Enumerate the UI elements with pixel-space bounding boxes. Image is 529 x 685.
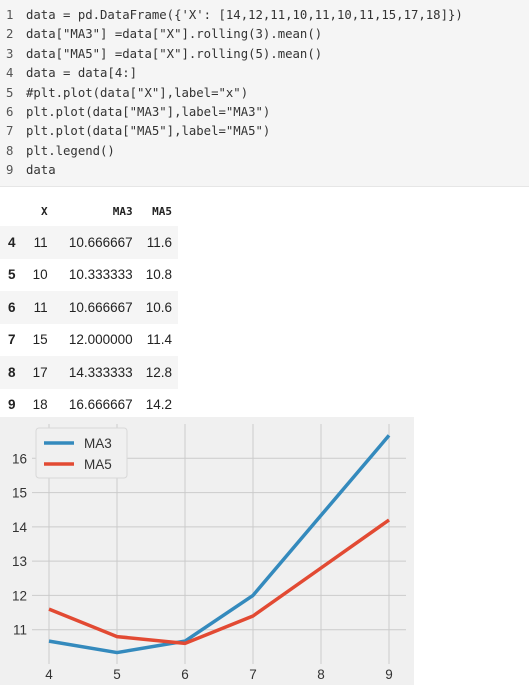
line-number: 8 bbox=[6, 143, 14, 158]
legend-box bbox=[35, 427, 128, 479]
row-index: 5 bbox=[8, 267, 16, 283]
line-number: 5 bbox=[6, 85, 14, 100]
cell-ma3: 10.333333 bbox=[68, 267, 133, 283]
table-row: 7 15 12.000000 11.4 bbox=[0, 324, 178, 357]
line-number: 9 bbox=[6, 163, 14, 178]
line-number: 7 bbox=[6, 124, 14, 139]
cell-x: 15 bbox=[32, 332, 48, 348]
x-tick-label: 5 bbox=[113, 667, 121, 682]
column-header-ma5: MA5 bbox=[152, 204, 172, 218]
column-header-x: X bbox=[40, 204, 48, 218]
line-chart: 4 5 6 7 8 9 11 12 13 14 15 16 MA3 MA5 bbox=[0, 417, 414, 685]
y-tick-label: 14 bbox=[12, 520, 28, 535]
code-text: data bbox=[26, 163, 56, 178]
table-row: 8 17 14.333333 12.8 bbox=[0, 356, 178, 389]
code-line: 5 #plt.plot(data["X"],label="x") bbox=[6, 84, 529, 103]
line-number: 2 bbox=[6, 27, 14, 42]
line-number: 3 bbox=[6, 46, 14, 61]
cell-ma3: 14.333333 bbox=[68, 364, 133, 380]
cell-x: 17 bbox=[32, 364, 48, 380]
cell-x: 11 bbox=[33, 234, 48, 250]
code-line: 9 data bbox=[6, 161, 529, 180]
cell-ma5: 12.8 bbox=[145, 364, 172, 380]
table-header-row: X MA3 MA5 bbox=[0, 196, 178, 226]
line-number: 1 bbox=[6, 8, 14, 22]
code-line: 3 data["MA5"] =data["X"].rolling(5).mean(… bbox=[6, 45, 529, 64]
column-header-ma3: MA3 bbox=[112, 204, 133, 218]
row-index: 7 bbox=[8, 332, 16, 348]
x-tick-label: 6 bbox=[181, 667, 189, 682]
cell-ma5: 11.6 bbox=[146, 234, 172, 250]
cell-ma3: 10.666667 bbox=[68, 234, 133, 250]
x-tick-label: 7 bbox=[249, 667, 257, 682]
x-tick-label: 4 bbox=[45, 667, 53, 682]
cell-ma5: 11.4 bbox=[146, 332, 172, 348]
index-header bbox=[0, 196, 28, 226]
code-line: 1 data = pd.DataFrame({'X': [14,12,11,10,… bbox=[6, 6, 529, 25]
cell-ma3: 12.000000 bbox=[68, 332, 133, 348]
table-row: 6 11 10.666667 10.6 bbox=[0, 291, 178, 324]
legend-label-ma5: MA5 bbox=[84, 457, 112, 472]
code-text: data["MA3"] =data["X"].rolling(3).mean() bbox=[26, 27, 323, 42]
cell-x: 11 bbox=[33, 299, 48, 315]
line-number: 6 bbox=[6, 104, 14, 119]
x-tick-label: 9 bbox=[385, 667, 393, 682]
table-row: 5 10 10.333333 10.8 bbox=[0, 259, 178, 292]
code-line: 4 data = data[4:] bbox=[6, 64, 529, 83]
dataframe-table: X MA3 MA5 4 11 10.666667 11.6 5 10 10.333333 10… bbox=[0, 196, 178, 421]
code-line: 8 plt.legend() bbox=[6, 142, 529, 161]
y-tick-label: 11 bbox=[13, 623, 27, 638]
code-text: data["MA5"] =data["X"].rolling(5).mean() bbox=[26, 46, 323, 61]
code-text: data = data[4:] bbox=[26, 66, 138, 81]
code-text: plt.legend() bbox=[26, 143, 115, 158]
row-index: 4 bbox=[8, 234, 16, 250]
code-line: 7 plt.plot(data["MA5"],label="MA5") bbox=[6, 122, 529, 141]
code-line: 2 data["MA3"] =data["X"].rolling(3).mean(… bbox=[6, 25, 529, 44]
cell-x: 10 bbox=[32, 267, 48, 283]
table-row: 4 11 10.666667 11.6 bbox=[0, 226, 178, 259]
y-tick-label: 13 bbox=[12, 554, 27, 569]
y-tick-label: 12 bbox=[12, 588, 27, 603]
row-index: 6 bbox=[8, 299, 16, 315]
x-tick-label: 8 bbox=[317, 667, 325, 682]
code-line: 6 plt.plot(data["MA3"],label="MA3") bbox=[6, 103, 529, 122]
code-text: plt.plot(data["MA3"],label="MA3") bbox=[26, 104, 271, 119]
legend-label-ma3: MA3 bbox=[84, 436, 112, 451]
y-tick-label: 16 bbox=[12, 451, 27, 466]
code-text: data = pd.DataFrame({'X': [14,12,11,10,1… bbox=[26, 8, 463, 22]
y-tick-label: 15 bbox=[12, 486, 27, 501]
cell-ma3: 10.666667 bbox=[68, 299, 133, 315]
code-text: #plt.plot(data["X"],label="x") bbox=[26, 85, 249, 100]
row-index: 8 bbox=[8, 364, 16, 380]
line-number: 4 bbox=[6, 66, 14, 81]
code-cell[interactable]: 1 data = pd.DataFrame({'X': [14,12,11,10,… bbox=[0, 0, 529, 187]
cell-ma5: 10.6 bbox=[145, 299, 172, 315]
cell-ma5: 10.8 bbox=[145, 267, 172, 283]
code-text: plt.plot(data["MA5"],label="MA5") bbox=[26, 124, 271, 139]
